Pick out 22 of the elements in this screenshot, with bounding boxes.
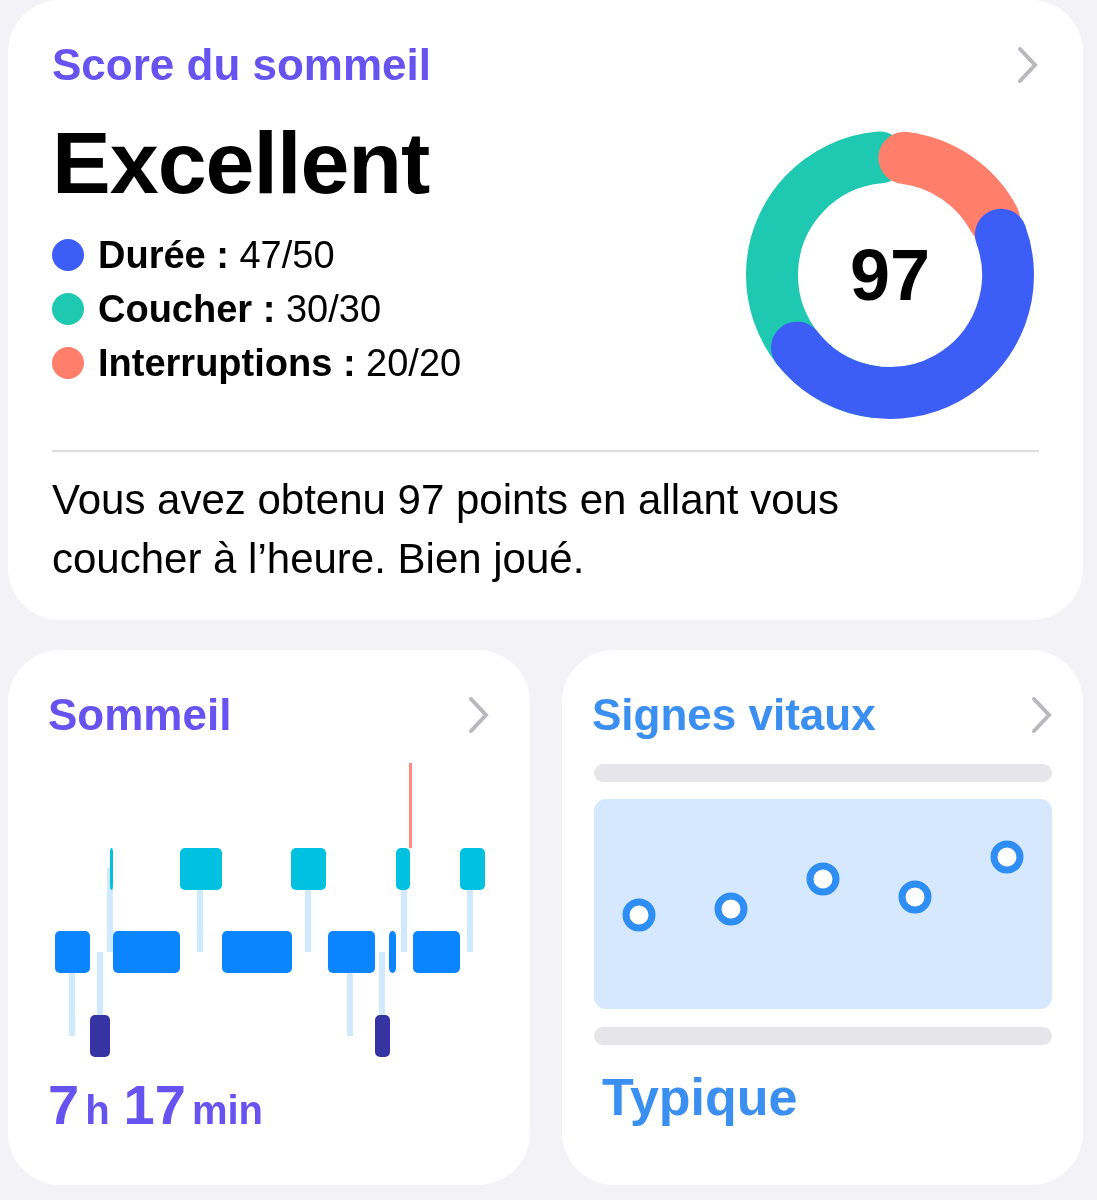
- data-point: [714, 892, 748, 926]
- duration-value: 17: [123, 1072, 186, 1137]
- data-point: [990, 840, 1024, 874]
- legend-label: Durée : 47/50: [98, 233, 335, 278]
- data-point: [806, 862, 840, 896]
- legend-label: Coucher : 30/30: [98, 287, 381, 332]
- card-title[interactable]: Signes vitaux: [592, 690, 876, 740]
- score-message: Vous avez obtenu 97 points en allant vous coucher à l’heure. Bien joué.: [52, 475, 840, 584]
- rating-text: Excellent: [52, 112, 431, 214]
- status-text: Typique: [602, 1067, 799, 1127]
- duration-value: 7: [48, 1072, 80, 1137]
- duration-unit: h: [85, 1088, 110, 1133]
- card-title[interactable]: Score du sommeil: [52, 40, 431, 90]
- card-title[interactable]: Sommeil: [48, 690, 232, 740]
- chevron-right-icon[interactable]: [1031, 696, 1053, 734]
- data-point: [622, 898, 656, 932]
- score-ring-drawing: 97: [735, 120, 1045, 430]
- chevron-right-icon[interactable]: [468, 696, 490, 734]
- legend-label: Interruptions : 20/20: [98, 341, 462, 386]
- chevron-right-icon[interactable]: [1017, 46, 1039, 84]
- data-point: [898, 880, 932, 914]
- duration-unit: min: [191, 1088, 263, 1133]
